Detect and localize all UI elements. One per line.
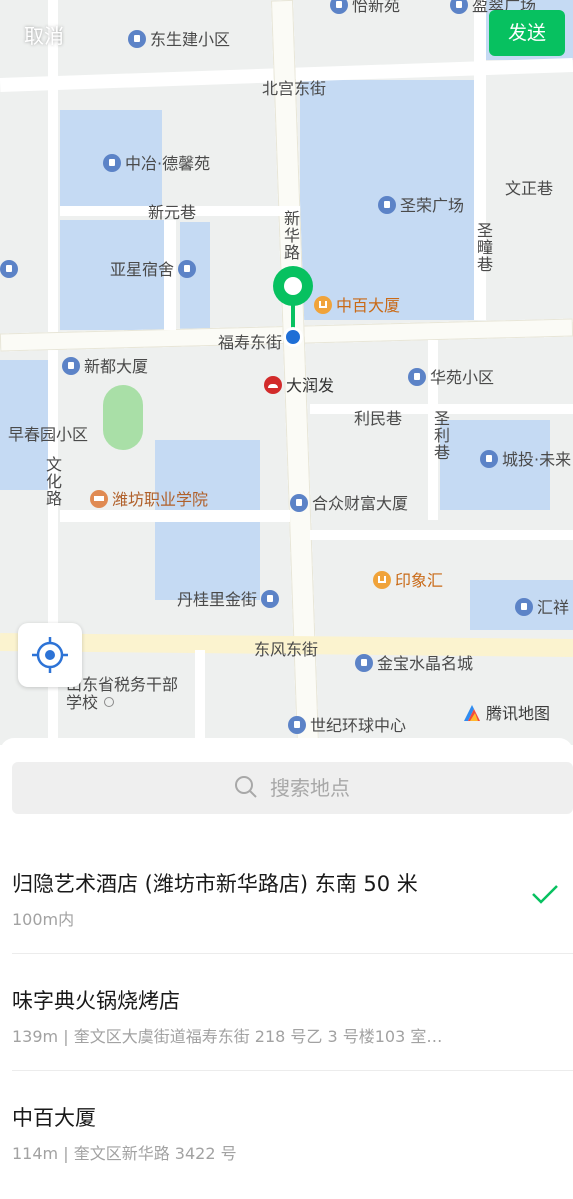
building-icon [103, 154, 121, 172]
map-label: 丹桂里金街 [177, 590, 280, 609]
map-label: 文化路 [43, 456, 62, 507]
cancel-button[interactable]: 取消 [24, 20, 64, 49]
building-icon [378, 196, 396, 214]
send-button[interactable]: 发送 [489, 10, 565, 56]
map-view[interactable]: 怡新苑 盈翠广场 东生建小区 北宫东街 中冶·德馨苑 文正巷 新元巷 新华路 圣… [0, 0, 573, 745]
building-icon [450, 0, 468, 14]
building-icon [62, 357, 80, 375]
building-icon [290, 494, 308, 512]
map-label: 圣疃巷 [474, 222, 493, 273]
building-icon [480, 450, 498, 468]
map-label [0, 260, 22, 279]
result-name: 味字典火锅烧烤店 [12, 989, 180, 1013]
map-label: 圣利巷 [431, 410, 450, 461]
map-label: 城投·未来 [480, 450, 571, 469]
location-result[interactable]: 味字典火锅烧烤店 139m | 奎文区大虞街道福寿东街 218 号乙 3 号楼1… [0, 955, 573, 1071]
road [310, 530, 573, 540]
divider [12, 953, 573, 954]
building-icon [178, 260, 197, 278]
dot-icon [104, 697, 115, 707]
map-label: 汇祥 [515, 598, 569, 617]
road [195, 650, 205, 745]
map-label: 怡新苑 [330, 0, 400, 15]
map-label: 圣荣广场 [378, 196, 464, 215]
checkmark-icon [532, 885, 558, 904]
map-label: 潍坊职业学院 [90, 490, 208, 509]
map-label: 亚星宿舍 [110, 260, 197, 279]
divider [12, 1070, 573, 1071]
result-address: 114m | 奎文区新华路 3422 号 [12, 1144, 237, 1163]
map-label: 合众财富大厦 [290, 494, 408, 513]
result-address: 100m内 [12, 910, 75, 929]
search-placeholder: 搜索地点 [234, 762, 350, 814]
building-icon [515, 598, 533, 616]
building-icon [330, 0, 348, 14]
building-icon [128, 30, 146, 48]
building-icon [0, 260, 18, 278]
result-name: 归隐艺术酒店 (潍坊市新华路店) 东南 50 米 [12, 872, 418, 896]
map-label: 新元巷 [148, 203, 197, 222]
map-label: 大润发 [264, 376, 334, 395]
map-label: 早春园小区 [8, 425, 89, 444]
result-name: 中百大厦 [12, 1106, 96, 1130]
crosshair-icon [32, 637, 68, 673]
darunfa-logo-icon [264, 376, 282, 394]
result-address: 139m | 奎文区大虞街道福寿东街 218 号乙 3 号楼103 室… [12, 1027, 443, 1046]
map-label: 中百大厦 [314, 296, 400, 315]
map-label: 新都大厦 [62, 357, 148, 376]
map-label: 东风东街 [254, 640, 319, 659]
location-pin-icon [273, 266, 313, 347]
search-input[interactable]: 搜索地点 [12, 762, 573, 814]
map-park [103, 385, 143, 450]
map-label: 华苑小区 [408, 368, 494, 387]
map-label: 金宝水晶名城 [355, 654, 473, 673]
building-icon [288, 716, 306, 734]
map-label: 文正巷 [505, 179, 554, 198]
location-result[interactable]: 中百大厦 114m | 奎文区新华路 3422 号 [0, 1072, 573, 1188]
search-icon [235, 776, 257, 798]
building-icon [261, 590, 280, 608]
map-label: 印象汇 [373, 571, 443, 590]
shopping-icon [373, 571, 391, 589]
location-sheet: 搜索地点 归隐艺术酒店 (潍坊市新华路店) 东南 50 米 100m内 味字典火… [0, 738, 573, 1199]
map-label: 东生建小区 [128, 30, 230, 49]
location-result[interactable]: 归隐艺术酒店 (潍坊市新华路店) 东南 50 米 100m内 [0, 838, 573, 954]
map-label: 山东省税务干部学校 [66, 675, 179, 712]
map-label: 中冶·德馨苑 [103, 154, 210, 173]
building-icon [355, 654, 373, 672]
map-label: 利民巷 [354, 409, 403, 428]
map-label: 新华路 [281, 210, 300, 261]
locate-me-button[interactable] [18, 623, 82, 687]
map-label: 北宫东街 [262, 79, 327, 98]
road [60, 510, 290, 522]
map-label: 世纪环球中心 [288, 716, 406, 735]
tencent-map-logo-icon [464, 705, 480, 721]
tencent-map-brand: 腾讯地图 [462, 700, 550, 724]
school-icon [90, 490, 108, 508]
building-icon [408, 368, 426, 386]
